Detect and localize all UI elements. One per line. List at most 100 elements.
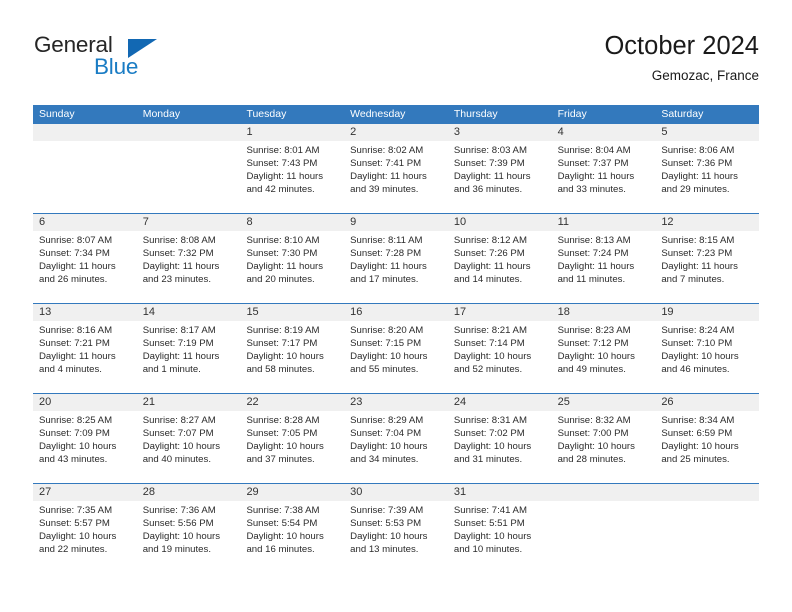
day-detail-line: Sunrise: 8:06 AM (661, 145, 735, 156)
day-cell-9[interactable]: Sunrise: 8:11 AM Sunset: 7:28 PM Daylight:… (344, 231, 448, 303)
day-number-21[interactable]: 21 (137, 394, 241, 411)
day-detail-line: Sunset: 5:56 PM (142, 518, 214, 530)
day-cell-10[interactable]: Sunrise: 8:12 AM Sunset: 7:26 PM Daylight:… (448, 231, 552, 303)
day-cell-7[interactable]: Sunrise: 8:08 AM Sunset: 7:32 PM Daylight:… (137, 231, 241, 303)
day-detail-line: Daylight: 11 hours (557, 171, 635, 183)
day-cell-20[interactable]: Sunrise: 8:25 AM Sunset: 7:09 PM Daylight:… (33, 411, 137, 483)
day-cell-15[interactable]: Sunrise: 8:19 AM Sunset: 7:17 PM Daylight:… (240, 321, 344, 393)
day-detail-line: and 22 minutes. (39, 544, 108, 556)
week-detail-band: Sunrise: 7:35 AM Sunset: 5:57 PM Daylight:… (33, 501, 759, 573)
day-detail-line: Sunset: 7:32 PM (142, 248, 214, 260)
day-cell-24[interactable]: Sunrise: 8:31 AM Sunset: 7:02 PM Daylight:… (448, 411, 552, 483)
day-cell-16[interactable]: Sunrise: 8:20 AM Sunset: 7:15 PM Daylight:… (344, 321, 448, 393)
day-of-week-header-tuesday: Tuesday (246, 108, 287, 120)
day-detail-line: Sunset: 7:34 PM (39, 248, 110, 260)
day-detail-line: Sunrise: 8:04 AM (557, 145, 631, 156)
day-number-23[interactable]: 23 (344, 394, 448, 411)
calendar-week-row: 20 21 22 23 24 25 26 Sunrise: 8:25 AM Sunset: 7:… (33, 393, 759, 483)
day-cell-3[interactable]: Sunrise: 8:03 AM Sunset: 7:39 PM Daylight:… (448, 141, 552, 213)
day-cell-28[interactable]: Sunrise: 7:36 AM Sunset: 5:56 PM Daylight:… (137, 501, 241, 573)
day-number-9[interactable]: 9 (344, 214, 448, 231)
day-cell-1[interactable]: Sunrise: 8:01 AM Sunset: 7:43 PM Daylight:… (240, 141, 344, 213)
day-number-11[interactable]: 11 (552, 214, 656, 231)
day-number-31[interactable]: 31 (448, 484, 552, 501)
day-detail-line: Daylight: 11 hours (453, 261, 531, 273)
day-detail-line: and 52 minutes. (453, 364, 523, 376)
week-detail-band: Sunrise: 8:07 AM Sunset: 7:34 PM Daylight:… (33, 231, 759, 303)
day-number-16[interactable]: 16 (344, 304, 448, 321)
day-detail-line: Sunrise: 8:03 AM (453, 145, 527, 156)
day-cell-11[interactable]: Sunrise: 8:13 AM Sunset: 7:24 PM Daylight:… (552, 231, 656, 303)
calendar-week-row: 13 14 15 16 17 18 19 Sunrise: 8:16 AM Sunset: 7:… (33, 303, 759, 393)
day-detail-line: Daylight: 11 hours (39, 261, 116, 273)
day-detail-line: Daylight: 10 hours (661, 441, 739, 453)
day-number-1[interactable]: 1 (240, 124, 344, 141)
day-number-27[interactable]: 27 (33, 484, 137, 501)
day-detail-line: Sunset: 7:10 PM (661, 338, 733, 350)
day-number-8[interactable]: 8 (240, 214, 344, 231)
general-blue-logo[interactable]: General Blue (33, 30, 253, 90)
day-number-24[interactable]: 24 (448, 394, 552, 411)
day-cell-23[interactable]: Sunrise: 8:29 AM Sunset: 7:04 PM Daylight:… (344, 411, 448, 483)
day-detail-line: Sunrise: 8:13 AM (557, 235, 631, 246)
day-cell-8[interactable]: Sunrise: 8:10 AM Sunset: 7:30 PM Daylight:… (240, 231, 344, 303)
day-number-22[interactable]: 22 (240, 394, 344, 411)
day-detail-line: Sunset: 7:00 PM (557, 428, 629, 440)
day-number-14[interactable]: 14 (137, 304, 241, 321)
day-number-2[interactable]: 2 (344, 124, 448, 141)
day-cell-27[interactable]: Sunrise: 7:35 AM Sunset: 5:57 PM Daylight:… (33, 501, 137, 573)
day-of-week-header-saturday: Saturday (661, 108, 704, 120)
day-detail-line: Sunrise: 8:20 AM (350, 325, 424, 336)
day-cell-2[interactable]: Sunrise: 8:02 AM Sunset: 7:41 PM Daylight:… (344, 141, 448, 213)
day-cell-26[interactable]: Sunrise: 8:34 AM Sunset: 6:59 PM Daylight:… (655, 411, 759, 483)
day-cell-22[interactable]: Sunrise: 8:28 AM Sunset: 7:05 PM Daylight:… (240, 411, 344, 483)
day-detail-line: Daylight: 10 hours (246, 351, 324, 363)
day-detail-line: and 14 minutes. (453, 274, 523, 286)
day-number-29[interactable]: 29 (240, 484, 344, 501)
day-cell-31[interactable]: Sunrise: 7:41 AM Sunset: 5:51 PM Daylight:… (448, 501, 552, 573)
day-number-25[interactable]: 25 (552, 394, 656, 411)
day-number-15[interactable]: 15 (240, 304, 344, 321)
day-cell-14[interactable]: Sunrise: 8:17 AM Sunset: 7:19 PM Daylight:… (137, 321, 241, 393)
day-number-17[interactable]: 17 (448, 304, 552, 321)
day-number-30[interactable]: 30 (344, 484, 448, 501)
day-cell-4[interactable]: Sunrise: 8:04 AM Sunset: 7:37 PM Daylight:… (552, 141, 656, 213)
day-cell-29[interactable]: Sunrise: 7:38 AM Sunset: 5:54 PM Daylight:… (240, 501, 344, 573)
day-detail-line: Sunrise: 8:08 AM (142, 235, 216, 246)
day-of-week-header-row: Sunday Monday Tuesday Wednesday Thursday Frid… (33, 105, 759, 124)
day-detail-line: Sunrise: 8:07 AM (39, 235, 113, 246)
day-cell-6[interactable]: Sunrise: 8:07 AM Sunset: 7:34 PM Daylight:… (33, 231, 137, 303)
day-number-13[interactable]: 13 (33, 304, 137, 321)
day-detail-line: Sunset: 7:43 PM (246, 158, 318, 170)
day-number-19[interactable]: 19 (655, 304, 759, 321)
day-number-26[interactable]: 26 (655, 394, 759, 411)
day-number-3[interactable]: 3 (448, 124, 552, 141)
day-number-18[interactable]: 18 (552, 304, 656, 321)
day-cell-5[interactable]: Sunrise: 8:06 AM Sunset: 7:36 PM Daylight:… (655, 141, 759, 213)
day-number-10[interactable]: 10 (448, 214, 552, 231)
day-cell-21[interactable]: Sunrise: 8:27 AM Sunset: 7:07 PM Daylight:… (137, 411, 241, 483)
day-cell-19[interactable]: Sunrise: 8:24 AM Sunset: 7:10 PM Daylight:… (655, 321, 759, 393)
day-number-20[interactable]: 20 (33, 394, 137, 411)
day-cell-17[interactable]: Sunrise: 8:21 AM Sunset: 7:14 PM Daylight:… (448, 321, 552, 393)
day-number-7[interactable]: 7 (137, 214, 241, 231)
calendar-weeks: 1 2 3 4 5 Sunrise: 8:01 AM Sunset: 7:43 PM Dayl… (33, 124, 759, 573)
day-detail-line: Daylight: 10 hours (39, 531, 117, 543)
day-detail-line: and 20 minutes. (246, 274, 315, 286)
day-number-28[interactable]: 28 (137, 484, 241, 501)
day-number-4[interactable]: 4 (552, 124, 656, 141)
day-number-6[interactable]: 6 (33, 214, 137, 231)
day-number-12[interactable]: 12 (655, 214, 759, 231)
day-detail-line: and 25 minutes. (661, 454, 730, 466)
day-detail-line: Sunrise: 7:41 AM (453, 505, 527, 516)
calendar-grid: Sunday Monday Tuesday Wednesday Thursday Frid… (33, 105, 759, 573)
day-cell-25[interactable]: Sunrise: 8:32 AM Sunset: 7:00 PM Daylight:… (552, 411, 656, 483)
day-cell-12[interactable]: Sunrise: 8:15 AM Sunset: 7:23 PM Daylight:… (655, 231, 759, 303)
day-cell-13[interactable]: Sunrise: 8:16 AM Sunset: 7:21 PM Daylight:… (33, 321, 137, 393)
day-cell-30[interactable]: Sunrise: 7:39 AM Sunset: 5:53 PM Daylight:… (344, 501, 448, 573)
day-detail-line: Sunset: 7:21 PM (39, 338, 110, 350)
day-detail-line: Sunrise: 7:38 AM (246, 505, 320, 516)
day-cell-18[interactable]: Sunrise: 8:23 AM Sunset: 7:12 PM Daylight:… (552, 321, 656, 393)
day-number-5[interactable]: 5 (655, 124, 759, 141)
day-detail-line: Daylight: 10 hours (246, 531, 324, 543)
